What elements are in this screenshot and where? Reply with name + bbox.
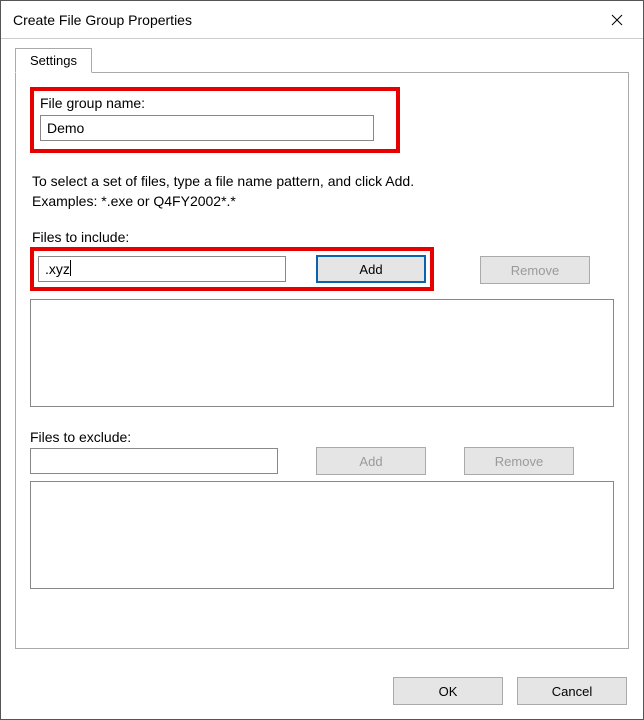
exclude-listbox[interactable] (30, 481, 614, 589)
tab-bar: Settings (15, 47, 629, 72)
text-caret (70, 260, 71, 276)
include-highlight: .xyz Add (30, 247, 434, 291)
close-icon (611, 14, 623, 26)
ok-button[interactable]: OK (393, 677, 503, 705)
help-text: To select a set of files, type a file na… (30, 171, 614, 211)
files-to-exclude-label: Files to exclude: (30, 429, 614, 445)
cancel-button[interactable]: Cancel (517, 677, 627, 705)
file-group-name-label: File group name: (40, 95, 390, 111)
include-remove-button[interactable]: Remove (480, 256, 590, 284)
file-group-name-section: File group name: (30, 87, 400, 153)
tab-settings[interactable]: Settings (15, 48, 92, 73)
exclude-pattern-input[interactable] (30, 448, 278, 474)
file-group-name-input[interactable] (40, 115, 374, 141)
dialog-content: Settings File group name: To select a se… (1, 39, 643, 663)
dialog-window: Create File Group Properties Settings Fi… (0, 0, 644, 720)
titlebar: Create File Group Properties (1, 1, 643, 39)
include-row: .xyz Add Remove (30, 247, 614, 293)
include-input-text: .xyz (45, 261, 70, 277)
help-text-line2: Examples: *.exe or Q4FY2002*.* (32, 193, 236, 209)
files-to-include-label: Files to include: (30, 229, 614, 245)
include-pattern-input[interactable]: .xyz (38, 256, 286, 282)
window-title: Create File Group Properties (13, 12, 192, 28)
include-add-button[interactable]: Add (316, 255, 426, 283)
exclude-row: Add Remove (30, 447, 614, 475)
dialog-button-row: OK Cancel (1, 663, 643, 719)
include-listbox[interactable] (30, 299, 614, 407)
help-text-line1: To select a set of files, type a file na… (32, 173, 414, 189)
close-button[interactable] (595, 5, 639, 35)
exclude-section: Files to exclude: Add Remove (30, 429, 614, 589)
exclude-remove-button[interactable]: Remove (464, 447, 574, 475)
settings-panel: File group name: To select a set of file… (15, 72, 629, 649)
exclude-add-button[interactable]: Add (316, 447, 426, 475)
